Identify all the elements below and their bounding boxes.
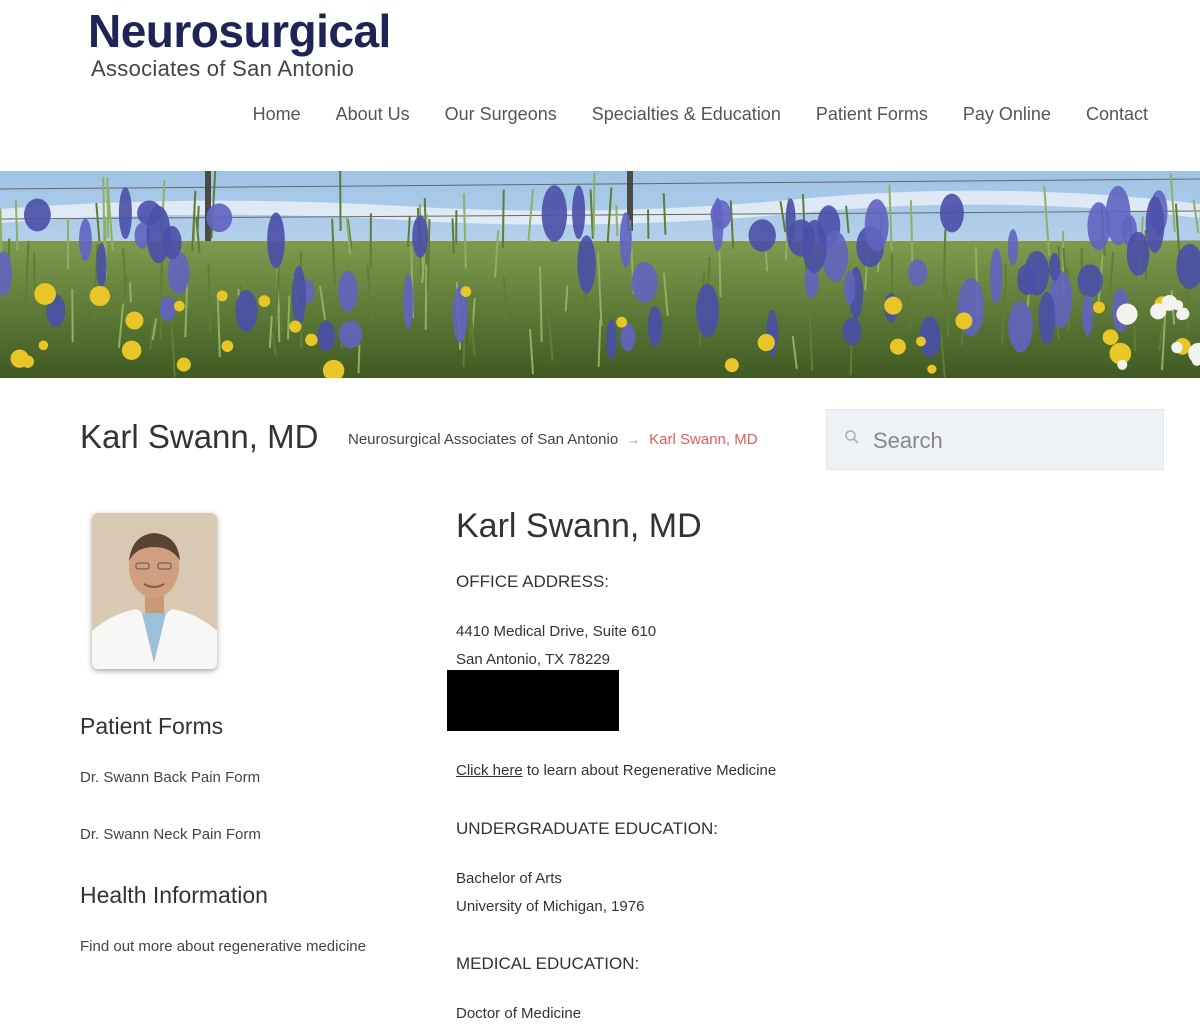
- search-icon: [844, 429, 860, 450]
- doctor-photo: [92, 513, 217, 669]
- breadcrumb-separator: →: [627, 432, 641, 447]
- undergraduate-degree: Bachelor of Arts: [456, 870, 562, 887]
- address-line-1: 4410 Medical Drive, Suite 610: [456, 623, 657, 640]
- nav-pay-online[interactable]: Pay Online: [963, 102, 1051, 126]
- patient-forms-heading: Patient Forms: [80, 713, 224, 739]
- site-logo[interactable]: Neurosurgical Associates of San Antonio: [88, 4, 391, 80]
- doctor-name: Karl Swann, MD: [456, 507, 702, 545]
- address-line-2: San Antonio, TX 78229: [456, 651, 611, 668]
- breadcrumb: Neurosurgical Associates of San Antonio →…: [348, 430, 758, 450]
- redacted-block: [447, 670, 619, 731]
- health-information-heading: Health Information: [80, 882, 268, 908]
- medical-degree: Doctor of Medicine: [456, 1005, 582, 1022]
- regenerative-medicine-line: Click here to learn about Regenerative M…: [456, 761, 776, 781]
- nav-patient-forms[interactable]: Patient Forms: [816, 102, 928, 126]
- breadcrumb-home-link[interactable]: Neurosurgical Associates of San Antonio: [348, 431, 618, 448]
- nav-home[interactable]: Home: [253, 102, 301, 126]
- neck-pain-form-link[interactable]: Dr. Swann Neck Pain Form: [80, 825, 261, 845]
- breadcrumb-current: Karl Swann, MD: [649, 431, 758, 448]
- nav-our-surgeons[interactable]: Our Surgeons: [445, 102, 557, 126]
- logo-main-text: Neurosurgical: [88, 5, 391, 57]
- medical-education-label: MEDICAL EDUCATION:: [456, 954, 640, 973]
- logo-sub-text: Associates of San Antonio: [91, 56, 355, 81]
- main-nav: Home About Us Our Surgeons Specialties &…: [253, 102, 1148, 126]
- page-title: Karl Swann, MD: [80, 418, 319, 455]
- search-input[interactable]: [871, 424, 1155, 458]
- nav-about-us[interactable]: About Us: [336, 102, 410, 126]
- click-here-link[interactable]: Click here: [456, 762, 523, 779]
- office-address-label: OFFICE ADDRESS:: [456, 572, 610, 591]
- header-banner-image: [0, 171, 1200, 378]
- back-pain-form-link[interactable]: Dr. Swann Back Pain Form: [80, 768, 260, 788]
- undergraduate-school: University of Michigan, 1976: [456, 898, 645, 915]
- undergraduate-education-label: UNDERGRADUATE EDUCATION:: [456, 819, 718, 838]
- nav-contact[interactable]: Contact: [1086, 102, 1148, 126]
- regenerative-medicine-link[interactable]: Find out more about regenerative medicin…: [80, 937, 366, 957]
- nav-specialties-education[interactable]: Specialties & Education: [592, 102, 781, 126]
- regenerative-medicine-text: to learn about Regenerative Medicine: [522, 762, 777, 779]
- search-box[interactable]: [826, 409, 1164, 470]
